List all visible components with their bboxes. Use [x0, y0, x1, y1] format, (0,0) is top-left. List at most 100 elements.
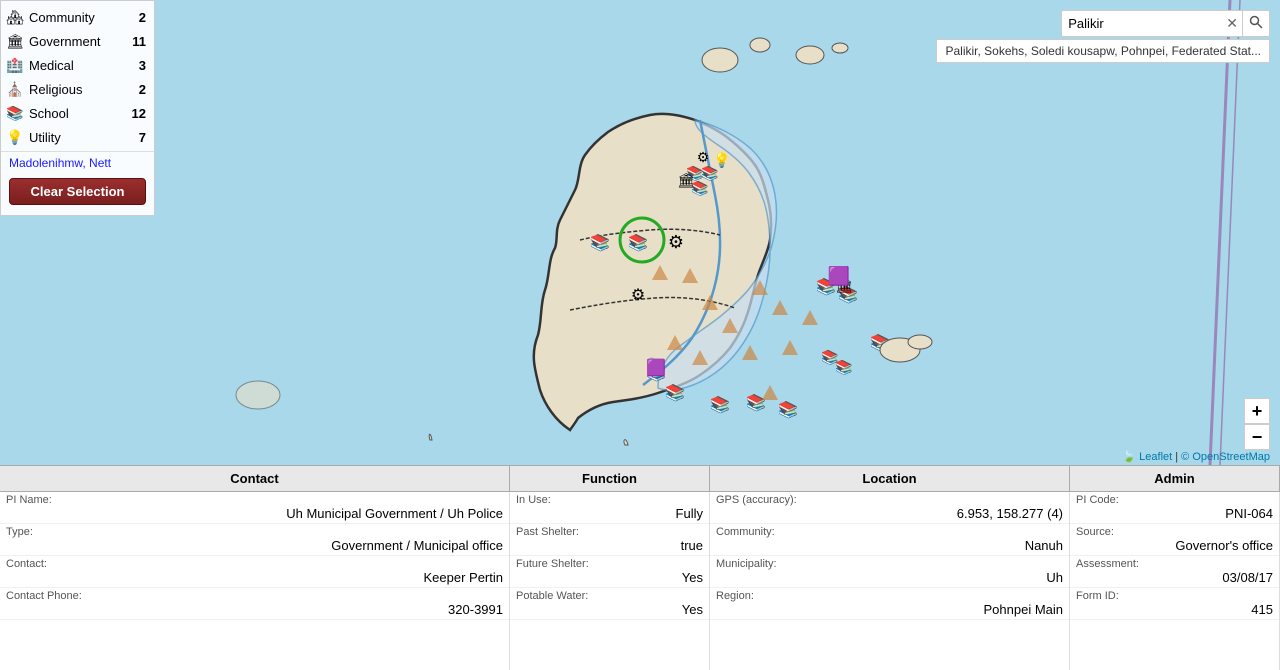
- table-headers: Contact Function Location Admin: [0, 466, 1280, 492]
- zoom-in-button[interactable]: +: [1244, 398, 1270, 424]
- municipality-label: Municipality:: [716, 558, 1063, 570]
- in-use-label: In Use:: [516, 494, 703, 506]
- svg-text:⚙: ⚙: [631, 287, 645, 304]
- form-id-value: 415: [1076, 602, 1273, 617]
- source-row: Source: Governor's office: [1070, 524, 1279, 556]
- svg-text:📚: 📚: [778, 401, 798, 419]
- search-clear-button[interactable]: ✕: [1222, 13, 1242, 34]
- potable-water-value: Yes: [516, 602, 703, 617]
- community-icon: 🏘: [5, 7, 25, 27]
- search-suggestion[interactable]: Palikir, Sokehs, Soledi kousapw, Pohnpei…: [936, 39, 1270, 63]
- municipality-value: Uh: [716, 570, 1063, 585]
- contact-phone-value: 320-3991: [6, 602, 503, 617]
- region-label: Region:: [716, 590, 1063, 602]
- region-value: Pohnpei Main: [716, 602, 1063, 617]
- medical-label: Medical: [29, 58, 135, 73]
- svg-text:⚙: ⚙: [697, 149, 710, 165]
- future-shelter-row: Future Shelter: Yes: [510, 556, 709, 588]
- contact-value: Keeper Pertin: [6, 570, 503, 585]
- religious-label: Religious: [29, 82, 135, 97]
- svg-text:🟪: 🟪: [828, 265, 850, 286]
- community-row-label: Community:: [716, 526, 1063, 538]
- community-row: Community: Nanuh: [710, 524, 1069, 556]
- svg-text:💡: 💡: [713, 152, 730, 169]
- assessment-value: 03/08/17: [1076, 570, 1273, 585]
- medical-count: 3: [139, 58, 146, 73]
- utility-icon: 💡: [5, 127, 25, 147]
- leaflet-link[interactable]: Leaflet: [1139, 451, 1172, 463]
- legend-item-community[interactable]: 🏘 Community 2: [1, 5, 154, 29]
- source-value: Governor's office: [1076, 538, 1273, 553]
- header-admin: Admin: [1070, 466, 1280, 491]
- admin-column: PI Code: PNI-064 Source: Governor's offi…: [1070, 492, 1280, 670]
- search-input[interactable]: [1062, 12, 1222, 35]
- svg-text:📚: 📚: [590, 234, 610, 252]
- table-body: PI Name: Uh Municipal Government / Uh Po…: [0, 492, 1280, 670]
- contact-column: PI Name: Uh Municipal Government / Uh Po…: [0, 492, 510, 670]
- potable-water-row: Potable Water: Yes: [510, 588, 709, 620]
- gps-label: GPS (accuracy):: [716, 494, 1063, 506]
- community-label: Community: [29, 10, 135, 25]
- search-icon: [1249, 15, 1263, 29]
- past-shelter-label: Past Shelter:: [516, 526, 703, 538]
- osm-link[interactable]: © OpenStreetMap: [1181, 451, 1270, 463]
- svg-text:📚: 📚: [628, 234, 648, 252]
- contact-row: Contact: Keeper Pertin: [0, 556, 509, 588]
- community-count: 2: [139, 10, 146, 25]
- future-shelter-label: Future Shelter:: [516, 558, 703, 570]
- assessment-label: Assessment:: [1076, 558, 1273, 570]
- pi-code-label: PI Code:: [1076, 494, 1273, 506]
- region-row: Region: Pohnpei Main: [710, 588, 1069, 620]
- municipality-row: Municipality: Uh: [710, 556, 1069, 588]
- assessment-row: Assessment: 03/08/17: [1070, 556, 1279, 588]
- function-column: In Use: Fully Past Shelter: true Future …: [510, 492, 710, 670]
- type-row: Type: Government / Municipal office: [0, 524, 509, 556]
- search-row: ✕: [1061, 10, 1270, 37]
- svg-text:📚: 📚: [665, 384, 685, 402]
- svg-text:📚: 📚: [835, 359, 852, 376]
- svg-text:🟪: 🟪: [646, 358, 666, 377]
- in-use-row: In Use: Fully: [510, 492, 709, 524]
- contact-phone-label: Contact Phone:: [6, 590, 503, 602]
- type-value: Government / Municipal office: [6, 538, 503, 553]
- clear-selection-button[interactable]: Clear Selection: [9, 178, 146, 205]
- map-attribution: 🍃 Leaflet | © OpenStreetMap: [1122, 450, 1270, 463]
- svg-text:📚: 📚: [746, 394, 766, 412]
- contact-phone-row: Contact Phone: 320-3991: [0, 588, 509, 620]
- religious-icon: ⛪: [5, 79, 25, 99]
- svg-text:⚙: ⚙: [668, 232, 684, 252]
- legend-panel: 🏘 Community 2 🏛 Government 11 🏥 Medical …: [0, 0, 155, 216]
- location-column: GPS (accuracy): 6.953, 158.277 (4) Commu…: [710, 492, 1070, 670]
- potable-water-label: Potable Water:: [516, 590, 703, 602]
- government-label: Government: [29, 34, 128, 49]
- legend-item-school[interactable]: 📚 School 12: [1, 101, 154, 125]
- type-label: Type:: [6, 526, 503, 538]
- pi-code-value: PNI-064: [1076, 506, 1273, 521]
- search-button[interactable]: [1242, 11, 1269, 36]
- header-location: Location: [710, 466, 1070, 491]
- pi-code-row: PI Code: PNI-064: [1070, 492, 1279, 524]
- past-shelter-row: Past Shelter: true: [510, 524, 709, 556]
- form-id-row: Form ID: 415: [1070, 588, 1279, 620]
- header-function: Function: [510, 466, 710, 491]
- past-shelter-value: true: [516, 538, 703, 553]
- utility-label: Utility: [29, 130, 135, 145]
- pi-name-value: Uh Municipal Government / Uh Police: [6, 506, 503, 521]
- community-row-value: Nanuh: [716, 538, 1063, 553]
- medical-icon: 🏥: [5, 55, 25, 75]
- pi-name-row: PI Name: Uh Municipal Government / Uh Po…: [0, 492, 509, 524]
- religious-count: 2: [139, 82, 146, 97]
- legend-item-medical[interactable]: 🏥 Medical 3: [1, 53, 154, 77]
- header-contact: Contact: [0, 466, 510, 491]
- form-id-label: Form ID:: [1076, 590, 1273, 602]
- legend-item-government[interactable]: 🏛 Government 11: [1, 29, 154, 53]
- zoom-out-button[interactable]: −: [1244, 424, 1270, 450]
- svg-text:🏛: 🏛: [677, 172, 695, 188]
- map-container[interactable]: 📚 📚 ⚙ 📚 📚 📚 📚 📚 ⚙ 🔧 📚 📚 🏛 📚 📚 📚 📚 📚 📚: [0, 0, 1280, 465]
- gps-row: GPS (accuracy): 6.953, 158.277 (4): [710, 492, 1069, 524]
- legend-item-religious[interactable]: ⛪ Religious 2: [1, 77, 154, 101]
- in-use-value: Fully: [516, 506, 703, 521]
- contact-label: Contact:: [6, 558, 503, 570]
- future-shelter-value: Yes: [516, 570, 703, 585]
- legend-item-utility[interactable]: 💡 Utility 7: [1, 125, 154, 149]
